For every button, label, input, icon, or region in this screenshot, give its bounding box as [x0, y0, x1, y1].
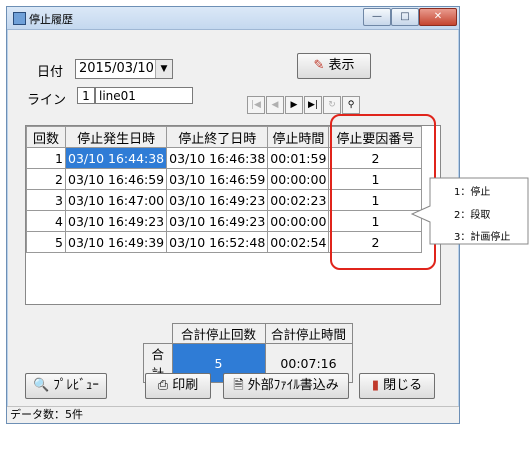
chevron-down-icon[interactable]: ▼ [155, 60, 172, 78]
cause-legend-item: 1：停止 [454, 187, 491, 198]
cell-end[interactable]: 03/10 16:46:38 [166, 147, 269, 169]
cell-end[interactable]: 03/10 16:49:23 [166, 189, 269, 211]
preview-button[interactable]: 🔍 ﾌﾟﾚﾋﾞｭｰ [25, 373, 107, 399]
cell-duration[interactable]: 00:02:54 [267, 231, 330, 253]
print-button[interactable]: ⎙ 印刷 [145, 373, 211, 399]
export-button[interactable]: 🗎 外部ﾌｧｲﾙ書込み [223, 373, 349, 399]
preview-label: ﾌﾟﾚﾋﾞｭｰ [53, 378, 99, 393]
col-header-duration[interactable]: 停止時間 [267, 126, 330, 148]
cell-count[interactable]: 3 [26, 189, 66, 211]
cell-start[interactable]: 03/10 16:44:38 [64, 147, 168, 169]
cause-legend-item: 2：段取 [454, 210, 491, 221]
summary-header-count: 合計停止回数 [171, 323, 266, 344]
app-icon [13, 12, 26, 25]
search-icon[interactable]: ⚲ [342, 96, 360, 114]
line-number-field[interactable]: 1 [77, 87, 95, 104]
first-record-icon[interactable]: |◀ [247, 96, 265, 114]
window-title: 停止履歴 [29, 13, 73, 26]
line-label: ライン [27, 93, 67, 108]
col-header-end[interactable]: 停止終了日時 [166, 126, 269, 148]
close-button[interactable]: ▮ 閉じる [359, 373, 435, 399]
preview-icon: 🔍 [33, 378, 50, 393]
summary-corner [144, 324, 173, 344]
cell-count[interactable]: 4 [26, 210, 66, 232]
display-icon: ✎ [313, 58, 325, 73]
cell-start[interactable]: 03/10 16:49:23 [64, 210, 168, 232]
show-button[interactable]: ✎ 表示 [297, 53, 371, 79]
cell-count[interactable]: 5 [26, 231, 66, 253]
date-label: 日付 [37, 65, 64, 80]
cell-start[interactable]: 03/10 16:46:59 [64, 168, 168, 190]
cell-end[interactable]: 03/10 16:52:48 [166, 231, 269, 253]
printer-icon: ⎙ [157, 378, 169, 393]
cell-duration[interactable]: 00:00:00 [267, 168, 330, 190]
record-count-text: データ数：5件 [10, 408, 83, 421]
close-icon: ▮ [371, 378, 379, 393]
cell-duration[interactable]: 00:01:59 [267, 147, 330, 169]
cell-end[interactable]: 03/10 16:49:23 [166, 210, 269, 232]
line-name-field[interactable]: line01 [95, 87, 193, 104]
last-record-icon[interactable]: ▶| [304, 96, 322, 114]
cause-legend-callout: 1：停止 2：段取 3：計画停止 [430, 176, 528, 244]
export-label: 外部ﾌｧｲﾙ書込み [247, 378, 339, 393]
date-value: 2015/03/10 [79, 61, 154, 76]
prev-record-icon[interactable]: ◀ [266, 96, 284, 114]
cause-legend-item: 3：計画停止 [454, 232, 511, 243]
maximize-button[interactable]: □ [391, 8, 419, 26]
col-header-count[interactable]: 回数 [26, 126, 66, 148]
summary-header-time: 合計停止時間 [264, 323, 353, 344]
export-icon: 🗎 [233, 378, 244, 393]
cell-start[interactable]: 03/10 16:47:00 [64, 189, 168, 211]
cell-duration[interactable]: 00:02:23 [267, 189, 330, 211]
close-window-button[interactable]: ✕ [419, 8, 457, 26]
title-bar: 停止履歴 — □ ✕ [7, 7, 459, 30]
print-label: 印刷 [172, 378, 199, 393]
cell-start[interactable]: 03/10 16:49:39 [64, 231, 168, 253]
date-select[interactable]: 2015/03/10 ▼ [75, 59, 173, 79]
show-button-label: 表示 [328, 58, 355, 73]
col-header-start[interactable]: 停止発生日時 [64, 126, 168, 148]
cell-end[interactable]: 03/10 16:46:59 [166, 168, 269, 190]
minimize-button[interactable]: — [363, 8, 391, 26]
next-record-icon[interactable]: ▶ [285, 96, 303, 114]
status-bar: データ数：5件 [7, 406, 459, 423]
refresh-icon[interactable]: ↻ [323, 96, 341, 114]
cell-count[interactable]: 1 [26, 147, 66, 169]
cell-duration[interactable]: 00:00:00 [267, 210, 330, 232]
close-label: 閉じる [383, 378, 423, 393]
cell-count[interactable]: 2 [26, 168, 66, 190]
